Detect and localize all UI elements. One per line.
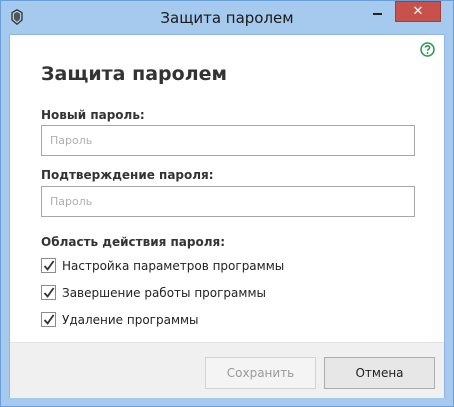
checkbox[interactable] bbox=[41, 258, 56, 273]
dialog-heading: Защита паролем bbox=[41, 63, 228, 85]
new-password-placeholder: Пароль bbox=[50, 134, 93, 147]
scope-label: Область действия пароля: bbox=[41, 235, 226, 249]
help-icon[interactable] bbox=[420, 42, 435, 57]
checkbox[interactable] bbox=[41, 285, 56, 300]
title-bar[interactable]: Защита паролем ✕ bbox=[1, 1, 453, 34]
checkbox-label: Завершение работы программы bbox=[62, 286, 266, 300]
checkbox-label: Настройка параметров программы bbox=[62, 259, 285, 273]
checkmark-icon bbox=[43, 260, 55, 271]
confirm-password-placeholder: Пароль bbox=[50, 195, 93, 208]
confirm-password-input[interactable]: Пароль bbox=[41, 186, 415, 217]
close-button[interactable]: ✕ bbox=[395, 1, 441, 22]
cancel-button[interactable]: Отмена bbox=[324, 357, 435, 389]
dialog-content: Защита паролем Новый пароль: Пароль Подт… bbox=[9, 34, 445, 398]
checkmark-icon bbox=[43, 314, 55, 325]
save-button[interactable]: Сохранить bbox=[205, 357, 316, 389]
checkbox[interactable] bbox=[41, 312, 56, 327]
dialog-window: Защита паролем ✕ Защита паролем Новый па… bbox=[0, 0, 454, 407]
dialog-footer: Сохранить Отмена bbox=[10, 342, 444, 398]
checkbox-label: Удаление программы bbox=[62, 313, 199, 327]
new-password-input[interactable]: Пароль bbox=[41, 125, 415, 156]
new-password-label: Новый пароль: bbox=[41, 108, 145, 122]
close-icon: ✕ bbox=[412, 4, 424, 19]
minimize-button[interactable] bbox=[364, 1, 391, 22]
confirm-password-label: Подтверждение пароля: bbox=[41, 168, 214, 182]
checkmark-icon bbox=[43, 287, 55, 298]
